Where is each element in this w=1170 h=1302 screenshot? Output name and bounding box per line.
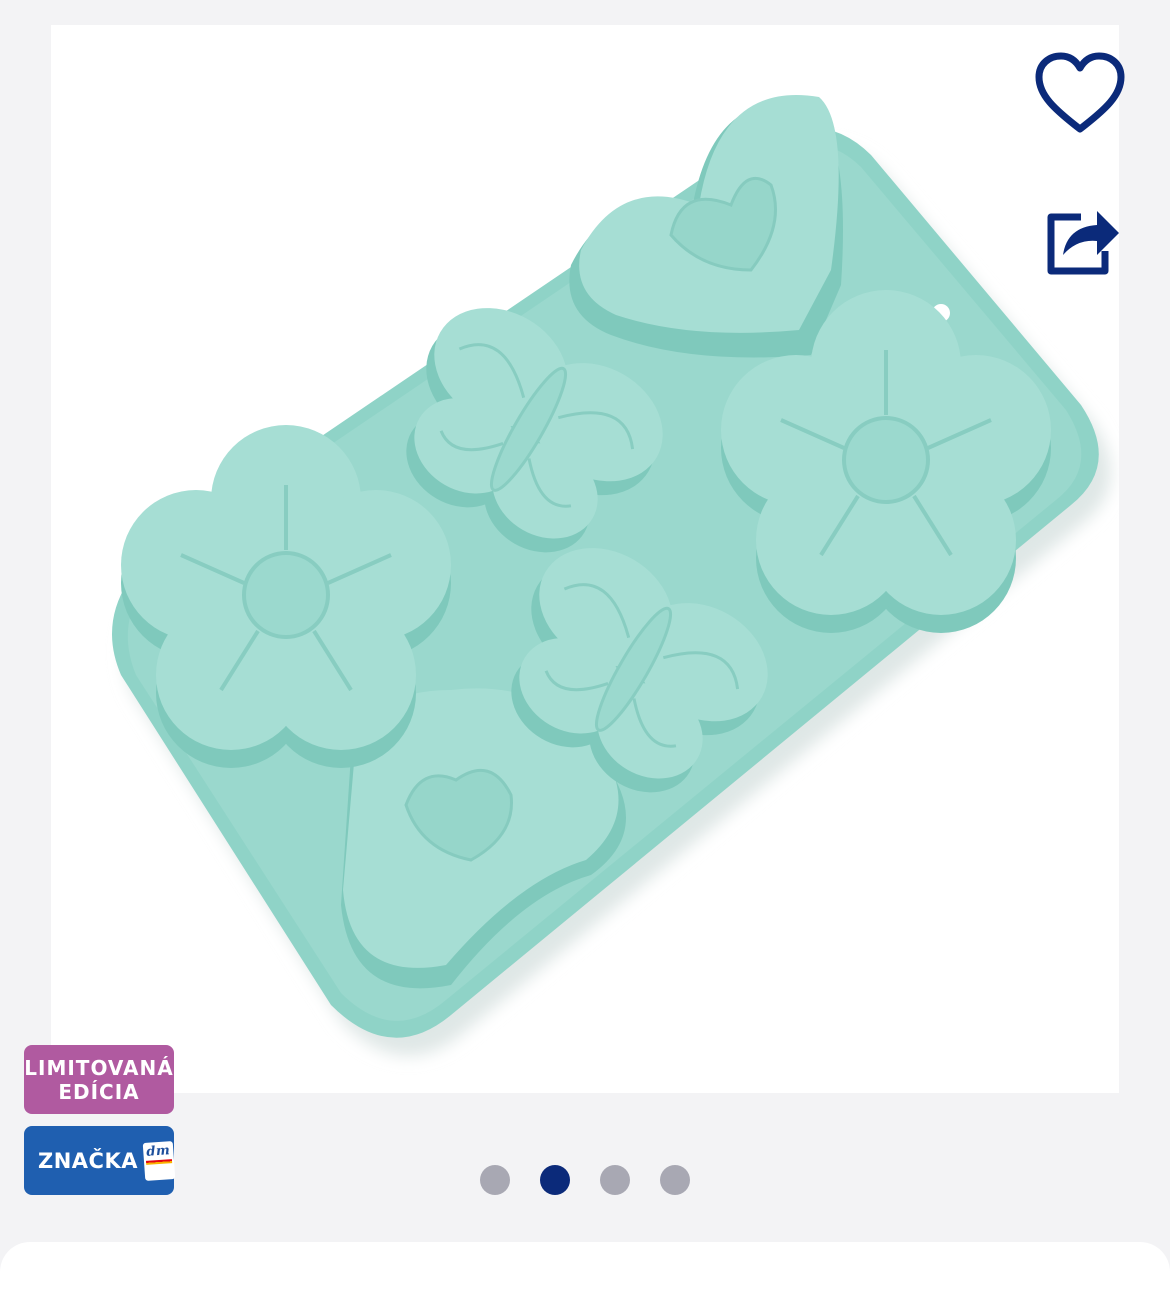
dm-logo: dm: [142, 1140, 176, 1181]
heart-outline-icon: [1035, 52, 1125, 133]
product-image[interactable]: [51, 25, 1119, 1093]
limited-badge-line1: LIMITOVANÁ: [24, 1055, 174, 1080]
favorite-button[interactable]: [1030, 45, 1130, 141]
limited-badge-line2: EDÍCIA: [58, 1079, 140, 1104]
carousel-dot-1[interactable]: [480, 1165, 510, 1195]
dm-logo-text: dm: [145, 1142, 171, 1160]
share-icon: [1047, 211, 1119, 275]
share-button[interactable]: [1036, 192, 1126, 282]
brand-badge-label: ZNAČKA: [38, 1148, 138, 1173]
heart-cavity-top: [569, 94, 843, 358]
carousel-dots: [480, 1165, 690, 1195]
bottom-sheet: [0, 1242, 1170, 1302]
carousel-dot-2[interactable]: [540, 1165, 570, 1195]
limited-edition-badge: LIMITOVANÁ EDÍCIA: [24, 1045, 174, 1114]
carousel-dot-3[interactable]: [600, 1165, 630, 1195]
baking-mold-illustration: [112, 94, 1111, 1056]
dm-brand-badge: ZNAČKA dm: [24, 1126, 176, 1195]
carousel-dot-4[interactable]: [660, 1165, 690, 1195]
